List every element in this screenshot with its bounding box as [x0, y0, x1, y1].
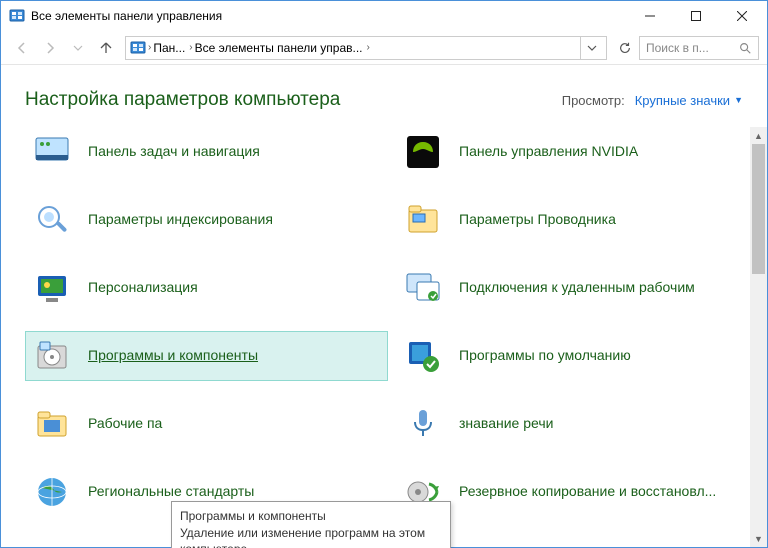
control-panel-item[interactable]: Персонализация	[25, 263, 388, 313]
taskbar-icon	[32, 132, 72, 172]
recent-dropdown[interactable]	[65, 35, 91, 61]
items-area: Панель задач и навигация Панель управлени…	[1, 127, 767, 547]
search-placeholder: Поиск в п...	[646, 41, 738, 55]
tooltip-body: Удаление или изменение программ на этом …	[180, 525, 442, 548]
item-label: знавание речи	[459, 415, 752, 433]
breadcrumb-item[interactable]: Все элементы панели управ...›	[195, 41, 370, 55]
speech-icon	[403, 404, 443, 444]
scroll-thumb[interactable]	[752, 144, 765, 274]
item-label: Рабочие па	[88, 415, 381, 433]
item-label: Панель управления NVIDIA	[459, 143, 752, 161]
indexing-icon	[32, 200, 72, 240]
breadcrumb-dropdown[interactable]	[580, 37, 602, 59]
region-icon	[32, 472, 72, 512]
breadcrumb-item[interactable]: Пан...›	[153, 41, 192, 55]
window-title: Все элементы панели управления	[31, 9, 627, 23]
breadcrumb-icon	[130, 40, 146, 56]
content: Настройка параметров компьютера Просмотр…	[1, 65, 767, 547]
forward-button[interactable]	[37, 35, 63, 61]
control-panel-item[interactable]: Панель управления NVIDIA	[396, 127, 759, 177]
search-input[interactable]: Поиск в п...	[639, 36, 759, 60]
chevron-down-icon: ▼	[734, 95, 743, 105]
workfolders-icon	[32, 404, 72, 444]
explorer-icon	[403, 200, 443, 240]
scroll-track[interactable]	[750, 144, 767, 530]
item-label: Параметры Проводника	[459, 211, 752, 229]
tooltip-title: Программы и компоненты	[180, 508, 442, 524]
control-panel-item[interactable]: Панель задач и навигация	[25, 127, 388, 177]
nvidia-icon	[403, 132, 443, 172]
up-button[interactable]	[93, 35, 119, 61]
item-label: Региональные стандарты	[88, 483, 381, 501]
item-label: Программы по умолчанию	[459, 347, 752, 365]
tooltip: Программы и компоненты Удаление или изме…	[171, 501, 451, 548]
search-icon	[738, 41, 752, 55]
control-panel-item[interactable]: Подключения к удаленным рабочим	[396, 263, 759, 313]
item-label: Программы и компоненты	[88, 347, 381, 365]
control-panel-item[interactable]: Параметры индексирования	[25, 195, 388, 245]
control-panel-item[interactable]: знавание речи	[396, 399, 759, 449]
page-title: Настройка параметров компьютера	[25, 89, 562, 111]
control-panel-item[interactable]: Рабочие па	[25, 399, 388, 449]
programs-icon	[32, 336, 72, 376]
navbar: › Пан...› Все элементы панели управ...› …	[1, 31, 767, 65]
control-panel-item[interactable]: Программы по умолчанию	[396, 331, 759, 381]
minimize-button[interactable]	[627, 1, 673, 31]
scrollbar[interactable]: ▲ ▼	[750, 127, 767, 547]
back-button[interactable]	[9, 35, 35, 61]
personalization-icon	[32, 268, 72, 308]
control-panel-item[interactable]: Программы и компоненты	[25, 331, 388, 381]
scroll-up-button[interactable]: ▲	[750, 127, 767, 144]
titlebar: Все элементы панели управления	[1, 1, 767, 31]
view-label: Просмотр:	[562, 93, 625, 108]
refresh-button[interactable]	[613, 36, 637, 60]
scroll-down-button[interactable]: ▼	[750, 530, 767, 547]
item-label: Подключения к удаленным рабочим	[459, 279, 752, 297]
defaults-icon	[403, 336, 443, 376]
breadcrumb-sep[interactable]: ›	[148, 42, 151, 53]
window: Все элементы панели управления › Пан...›…	[0, 0, 768, 548]
close-button[interactable]	[719, 1, 765, 31]
app-icon	[9, 8, 25, 24]
item-label: Параметры индексирования	[88, 211, 381, 229]
item-label: Персонализация	[88, 279, 381, 297]
item-label: Панель задач и навигация	[88, 143, 381, 161]
view-dropdown[interactable]: Крупные значки▼	[635, 93, 743, 108]
maximize-button[interactable]	[673, 1, 719, 31]
control-panel-item[interactable]: Параметры Проводника	[396, 195, 759, 245]
heading-row: Настройка параметров компьютера Просмотр…	[1, 65, 767, 127]
breadcrumb[interactable]: › Пан...› Все элементы панели управ...›	[125, 36, 607, 60]
item-label: Резервное копирование и восстановл...	[459, 483, 752, 501]
remote-icon	[403, 268, 443, 308]
